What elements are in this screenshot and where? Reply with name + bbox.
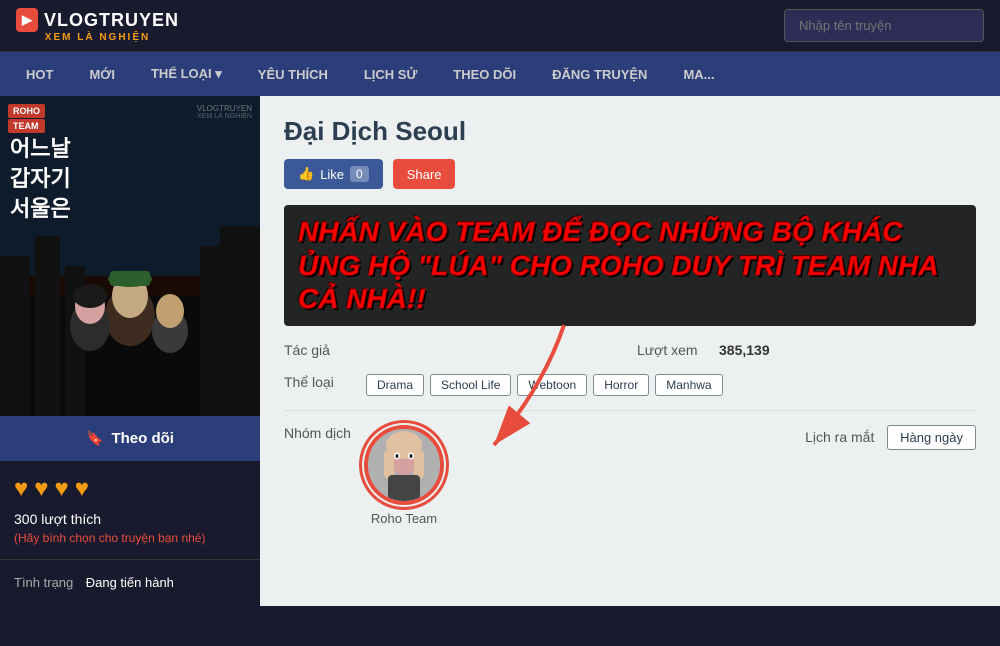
views-label: Lượt xem [637, 342, 707, 358]
schedule-section: Lịch ra mắt Hàng ngày [805, 425, 976, 450]
watermark-bot: XEM LÀ NGHIỆN [197, 113, 252, 120]
share-button[interactable]: Share [393, 159, 456, 189]
cover-placeholder: 어느날 갑자기 서울은 ROHO TEAM VLOGTRUYEN XEM LÀ … [0, 96, 260, 416]
status-section: Tình trạng Đang tiến hành [0, 559, 260, 606]
heart-2[interactable]: ♥ [34, 475, 48, 503]
watermark-top: VLOGTRUYEN [197, 104, 252, 113]
bottom-info-row: Nhóm dịch [284, 425, 976, 526]
like-label: Like [320, 167, 344, 182]
cover-badge: ROHO TEAM [8, 104, 45, 133]
bookmark-icon: 🔖 [86, 430, 103, 447]
header: ▶ VLOGTRUYEN XEM LÀ NGHIỆN [0, 0, 1000, 52]
author-row: Tác giả [284, 342, 623, 358]
logo[interactable]: ▶ VLOGTRUYEN XEM LÀ NGHIỆN [16, 8, 179, 43]
search-input[interactable] [784, 9, 984, 42]
nav-lich-su[interactable]: LỊCH SỬ [346, 53, 435, 96]
genre-row: Thể loại Drama School Life Webtoon Horro… [284, 374, 976, 396]
main-content: 어느날 갑자기 서울은 ROHO TEAM VLOGTRUYEN XEM LÀ … [0, 96, 1000, 606]
nav-dang-truyen[interactable]: ĐĂNG TRUYỆN [534, 53, 665, 96]
manga-cover: 어느날 갑자기 서울은 ROHO TEAM VLOGTRUYEN XEM LÀ … [0, 96, 260, 416]
like-button[interactable]: 👍 Like 0 [284, 159, 383, 189]
avatar-svg [368, 429, 440, 501]
translator-avatar[interactable] [364, 425, 444, 505]
roho-badge: ROHO [8, 104, 45, 118]
tag-drama[interactable]: Drama [366, 374, 424, 396]
hearts-row[interactable]: ♥ ♥ ♥ ♥ [14, 475, 246, 503]
logo-icon: ▶ [16, 8, 38, 32]
status-value: Đang tiến hành [86, 575, 174, 590]
vote-prompt: (Hãy bình chọn cho truyện bạn nhé) [14, 531, 246, 545]
svg-text:갑자기: 갑자기 [10, 166, 71, 191]
nav-yeu-thich[interactable]: YÊU THÍCH [240, 53, 346, 96]
content-area: 어느날 갑자기 서울은 ROHO TEAM VLOGTRUYEN XEM LÀ … [0, 96, 1000, 606]
promo-banner: NHẤN VÀO TEAM ĐỂ ĐỌC NHỮNG BỘ KHÁC ỦNG H… [284, 205, 976, 326]
status-label: Tình trạng [14, 575, 73, 590]
svg-text:어느날: 어느날 [10, 136, 71, 161]
info-grid: Tác giả Lượt xem 385,139 [284, 342, 976, 358]
genre-label: Thể loại [284, 374, 354, 390]
nav-hot[interactable]: HOT [8, 53, 71, 96]
logo-text: VLOGTRUYEN [44, 10, 179, 31]
like-count: 0 [350, 166, 369, 182]
manga-title: Đại Dịch Seoul [284, 116, 976, 147]
follow-label: Theo dõi [111, 430, 174, 447]
thumb-up-icon: 👍 [298, 166, 314, 182]
nav-moi[interactable]: MỚI [71, 53, 133, 96]
main-nav: HOT MỚI THỂ LOẠI ▾ YÊU THÍCH LỊCH SỬ THE… [0, 52, 1000, 96]
rating-section: ♥ ♥ ♥ ♥ 300 lượt thích (Hãy bình chọn ch… [0, 461, 260, 559]
translator-label: Nhóm dịch [284, 425, 354, 441]
heart-3[interactable]: ♥ [55, 475, 69, 503]
watermark: VLOGTRUYEN XEM LÀ NGHIỆN [197, 104, 252, 120]
tag-manhwa[interactable]: Manhwa [655, 374, 722, 396]
nav-theo-doi[interactable]: THEO DÕI [435, 53, 534, 96]
translator-section: Nhóm dịch [284, 425, 444, 526]
cover-svg: 어느날 갑자기 서울은 [0, 96, 260, 416]
views-value: 385,139 [719, 342, 770, 358]
translator-avatar-wrapper [364, 425, 444, 505]
divider [284, 410, 976, 411]
team-badge: TEAM [8, 119, 45, 133]
svg-text:서울은: 서울은 [10, 196, 71, 221]
schedule-value: Hàng ngày [887, 425, 976, 450]
genre-tags: Drama School Life Webtoon Horror Manhwa [366, 374, 723, 396]
right-panel: Đại Dịch Seoul 👍 Like 0 Share NHẤN VÀO T… [260, 96, 1000, 606]
nav-more[interactable]: MA... [665, 53, 732, 96]
follow-button[interactable]: 🔖 Theo dõi [0, 416, 260, 461]
translator-info: Roho Team [364, 425, 444, 526]
left-panel: 어느날 갑자기 서울은 ROHO TEAM VLOGTRUYEN XEM LÀ … [0, 96, 260, 606]
schedule-label: Lịch ra mắt [805, 429, 875, 445]
tag-school[interactable]: School Life [430, 374, 511, 396]
tag-webtoon[interactable]: Webtoon [517, 374, 587, 396]
author-label: Tác giả [284, 342, 354, 358]
likes-count: 300 lượt thích [14, 511, 246, 527]
logo-sub: XEM LÀ NGHIỆN [45, 32, 150, 43]
views-row: Lượt xem 385,139 [637, 342, 976, 358]
nav-the-loai[interactable]: THỂ LOẠI ▾ [133, 52, 240, 96]
translator-name: Roho Team [371, 511, 437, 526]
promo-text: NHẤN VÀO TEAM ĐỂ ĐỌC NHỮNG BỘ KHÁC ỦNG H… [298, 215, 962, 316]
heart-1[interactable]: ♥ [14, 475, 28, 503]
action-buttons: 👍 Like 0 Share [284, 159, 976, 189]
tag-horror[interactable]: Horror [593, 374, 649, 396]
heart-4[interactable]: ♥ [75, 475, 89, 503]
